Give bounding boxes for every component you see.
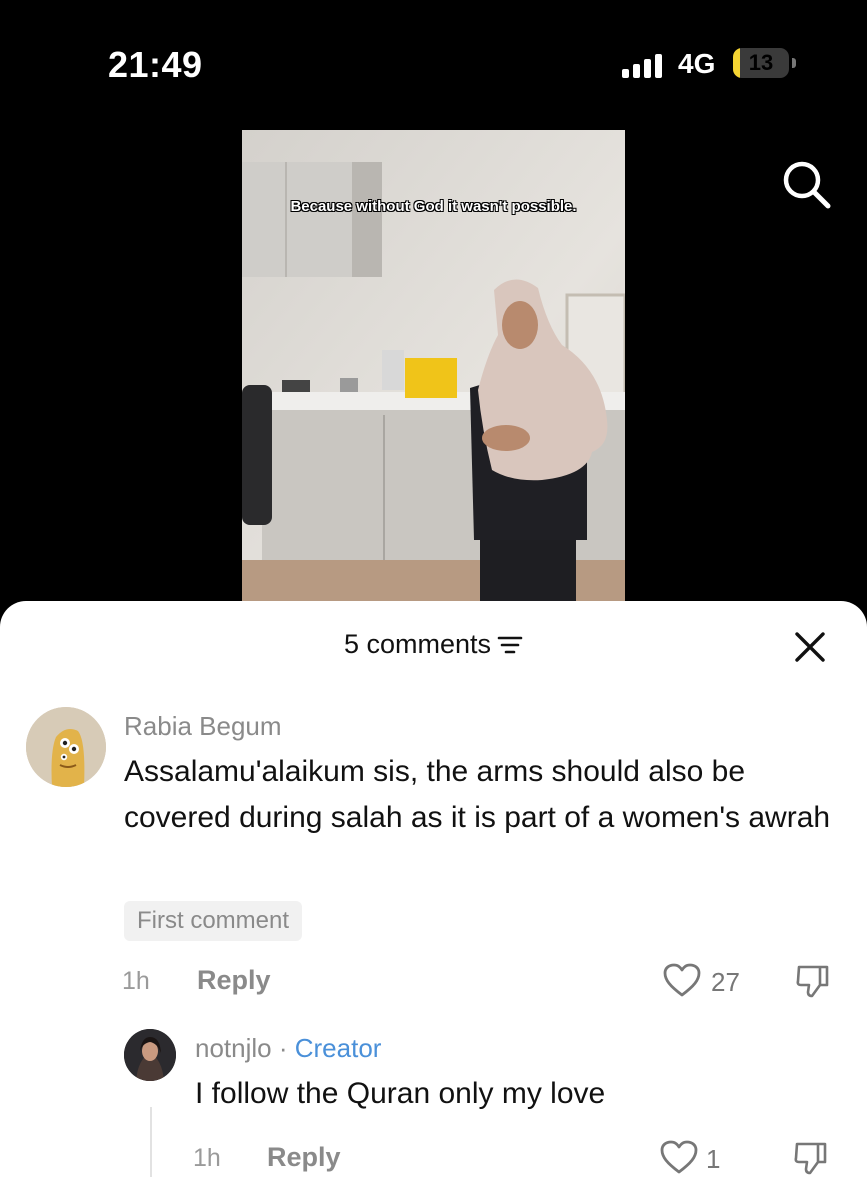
comment-count: 5 comments (343, 629, 492, 659)
avatar[interactable] (26, 707, 106, 787)
heart-icon[interactable] (662, 962, 702, 998)
reply-text: I follow the Quran only my love (195, 1077, 606, 1110)
close-icon (795, 632, 825, 662)
like-count: 27 (711, 967, 740, 997)
comments-header: 5 comments (0, 629, 867, 665)
comment-time: 1h (122, 967, 150, 995)
thumbs-down-icon[interactable] (792, 1140, 830, 1176)
avatar-image (26, 707, 106, 787)
search-icon (783, 161, 831, 209)
video-caption: Because without God it wasn't possible. (290, 198, 577, 215)
status-time: 21:49 (108, 44, 203, 85)
reply-button[interactable]: Reply (197, 965, 271, 996)
thumbs-down-icon[interactable] (794, 963, 832, 999)
reply-username[interactable]: notnjlo (195, 1033, 272, 1063)
avatar-image (124, 1029, 176, 1081)
creator-tag: Creator (294, 1033, 382, 1063)
network-type: 4G (678, 48, 716, 79)
reply-time: 1h (193, 1144, 221, 1172)
status-bar: 21:49 4G 13 (0, 0, 867, 120)
video-player[interactable]: Because without God it wasn't possible. (242, 130, 625, 602)
first-comment-badge: First comment (124, 901, 303, 941)
sort-icon[interactable] (497, 633, 523, 657)
search-button[interactable] (778, 156, 834, 212)
battery-icon: 13 (733, 48, 789, 78)
reply-username-line: notnjlo · Creator (195, 1033, 381, 1064)
thread-line (150, 1107, 152, 1177)
comments-sheet: 5 comments Rabia Begum Assalamu'alaikum … (0, 601, 867, 1199)
avatar[interactable] (124, 1029, 176, 1081)
close-button[interactable] (794, 631, 826, 663)
battery-level: 13 (748, 50, 774, 75)
reply-button[interactable]: Reply (267, 1142, 341, 1173)
battery-tip (792, 58, 796, 68)
comment-username[interactable]: Rabia Begum (124, 711, 282, 742)
heart-icon[interactable] (659, 1139, 699, 1175)
signal-icon (622, 52, 664, 78)
like-count: 1 (706, 1144, 721, 1174)
comment-text: Assalamu'alaikum sis, the arms should al… (124, 755, 831, 834)
separator: · (271, 1033, 295, 1063)
